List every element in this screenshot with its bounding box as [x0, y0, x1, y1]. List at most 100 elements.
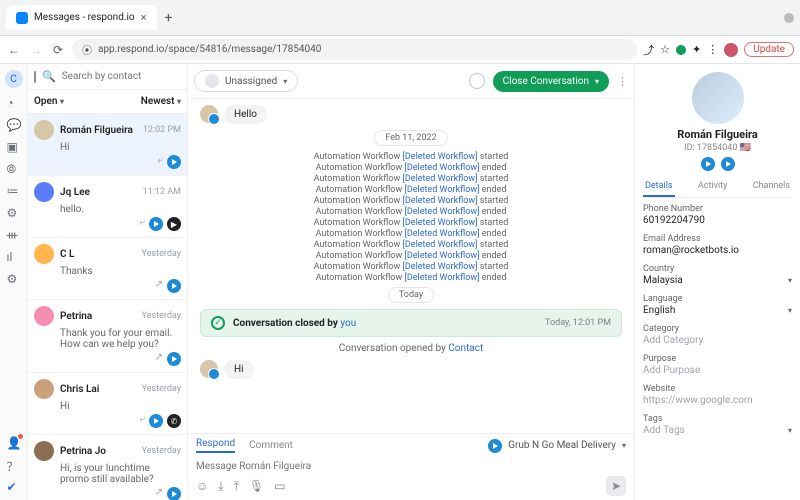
system-event: Automation Workflow [Deleted Workflow] e… — [200, 229, 622, 239]
field-label: Language — [643, 294, 792, 304]
message-bubble: Hi — [224, 360, 254, 379]
conversation-item[interactable]: Chris LaiYesterdayHi⤶✆ — [28, 373, 187, 435]
tab-comment[interactable]: Comment — [249, 440, 293, 451]
message-preview: Thank you for your email. How can we hel… — [60, 328, 181, 350]
channel-selector[interactable]: Grub N Go Meal Delivery▾ — [488, 439, 626, 453]
field-value[interactable]: 60192204790 — [643, 215, 792, 226]
conversation-item[interactable]: Petrina JoYesterdayHi, is your lunchtime… — [28, 435, 187, 500]
upload-icon[interactable]: ⤒ — [234, 479, 239, 494]
system-event: Automation Workflow [Deleted Workflow] e… — [200, 207, 622, 217]
timestamp: Yesterday — [142, 249, 181, 259]
system-event: Automation Workflow [Deleted Workflow] s… — [200, 218, 622, 228]
direction-icon: ⤶ — [157, 155, 163, 169]
favicon — [16, 12, 28, 24]
extensions-icon[interactable]: ✦ — [692, 43, 701, 56]
conversation-item[interactable]: C LYesterdayThanks↗ — [28, 238, 187, 300]
browser-tab[interactable]: Messages - respond.io × — [6, 5, 157, 30]
channel-icon: ▶ — [167, 217, 181, 231]
snooze-icon[interactable] — [469, 73, 485, 89]
workflows-icon[interactable]: ≔ — [7, 184, 21, 198]
reports-icon[interactable]: ıl — [7, 250, 21, 264]
field-country[interactable]: CountryMalaysia▾ — [643, 264, 792, 286]
telegram-icon — [149, 217, 163, 231]
back-icon[interactable]: ← — [6, 43, 22, 57]
contact-name: Chris Lai — [60, 384, 136, 395]
tab-activity[interactable]: Activity — [696, 177, 729, 197]
broadcast-icon[interactable]: ⦾ — [7, 162, 21, 176]
field-value[interactable]: https://www.google.com — [643, 395, 792, 406]
snippet-icon[interactable]: ▭ — [274, 479, 285, 493]
message-preview: Hi — [60, 142, 181, 153]
timestamp: 12:02 PM — [143, 125, 181, 135]
address-bar[interactable]: ⦿ app.respond.io/space/54816/message/178… — [72, 39, 637, 60]
settings-icon[interactable]: ⚙ — [7, 206, 21, 220]
field-value[interactable]: Malaysia▾ — [643, 275, 792, 286]
contacts-icon[interactable]: ▣ — [7, 140, 21, 154]
org-icon[interactable]: ᚒ — [7, 228, 21, 242]
conversation-item[interactable]: Román Filgueira12:02 PMHi⤶ — [28, 114, 187, 176]
field-label: Email Address — [643, 234, 792, 244]
field-language[interactable]: LanguageEnglish▾ — [643, 294, 792, 316]
telegram-icon[interactable] — [721, 157, 735, 171]
new-tab-button[interactable]: + — [165, 10, 173, 26]
help-icon[interactable]: ？ — [7, 458, 21, 472]
tab-channels[interactable]: Channels — [751, 177, 792, 197]
conversation-list: 🔍 Open ▾ Newest ▾ Román Filgueira12:02 P… — [28, 64, 188, 500]
reload-icon[interactable]: ⟳ — [50, 43, 66, 57]
contact-avatar — [200, 360, 218, 378]
browser-tabbar: Messages - respond.io × + — [0, 0, 800, 36]
bookmark-icon[interactable]: ☆ — [660, 43, 670, 56]
telegram-icon — [149, 414, 163, 428]
window-dash[interactable] — [784, 13, 794, 23]
dashboard-icon[interactable]: ◔ — [7, 96, 21, 110]
status-filter[interactable]: Open ▾ — [34, 96, 64, 107]
workspace-avatar[interactable]: C — [5, 70, 23, 88]
telegram-icon — [167, 279, 181, 293]
message-input[interactable] — [196, 457, 626, 476]
messages-icon[interactable]: 💬 — [7, 118, 21, 132]
field-value[interactable]: Add Tags▾ — [643, 425, 792, 436]
attach-icon[interactable]: ⤓ — [218, 479, 223, 494]
notifications-icon[interactable]: 👤 — [7, 436, 21, 450]
field-value[interactable]: Add Purpose — [643, 365, 792, 376]
telegram-icon[interactable] — [701, 157, 715, 171]
close-conversation-button[interactable]: Close Conversation▾ — [493, 71, 609, 92]
conversation-item[interactable]: Jq Lee11:12 AMhello.⤶▶ — [28, 176, 187, 238]
collapse-panel-icon[interactable] — [34, 71, 36, 83]
menu-icon[interactable]: ⋮ — [707, 43, 718, 56]
search-input[interactable] — [62, 71, 195, 82]
field-category[interactable]: CategoryAdd Category — [643, 324, 792, 346]
direction-icon: ↗ — [155, 487, 163, 500]
direction-icon: ⤶ — [139, 217, 145, 231]
emoji-icon[interactable]: ☺ — [196, 479, 208, 493]
contact-name: Petrina Jo — [60, 446, 136, 457]
field-label: Category — [643, 324, 792, 334]
gear-icon[interactable]: ⚙ — [7, 272, 21, 286]
field-value[interactable]: roman@rocketbots.io — [643, 245, 792, 256]
sort-filter[interactable]: Newest ▾ — [141, 96, 181, 107]
avatar — [34, 306, 54, 326]
field-purpose[interactable]: PurposeAdd Purpose — [643, 354, 792, 376]
conversation-item[interactable]: PetrinaYesterdayThank you for your email… — [28, 300, 187, 373]
contact-name: C L — [60, 249, 136, 260]
telegram-icon — [167, 352, 181, 366]
tab-respond[interactable]: Respond — [196, 438, 235, 453]
send-button[interactable]: ➤ — [606, 476, 626, 496]
tab-details[interactable]: Details — [643, 177, 675, 197]
field-phone number[interactable]: Phone Number60192204790 — [643, 204, 792, 226]
more-icon[interactable]: ⋮ — [617, 75, 628, 88]
field-label: Tags — [643, 414, 792, 424]
field-email address[interactable]: Email Addressroman@rocketbots.io — [643, 234, 792, 256]
logo-icon: ✔ — [7, 480, 21, 494]
extension-icon[interactable] — [676, 45, 686, 55]
share-icon[interactable]: ⤴ — [643, 42, 654, 58]
field-tags[interactable]: TagsAdd Tags▾ — [643, 414, 792, 436]
field-value[interactable]: Add Category — [643, 335, 792, 346]
update-button[interactable]: Update — [744, 42, 794, 57]
field-website[interactable]: Websitehttps://www.google.com — [643, 384, 792, 406]
field-value[interactable]: English▾ — [643, 305, 792, 316]
profile-avatar[interactable] — [724, 43, 738, 57]
mic-icon[interactable]: 🎙 — [249, 479, 264, 493]
assignee-dropdown[interactable]: Unassigned ▾ — [194, 70, 298, 92]
close-tab-icon[interactable]: × — [141, 11, 147, 24]
